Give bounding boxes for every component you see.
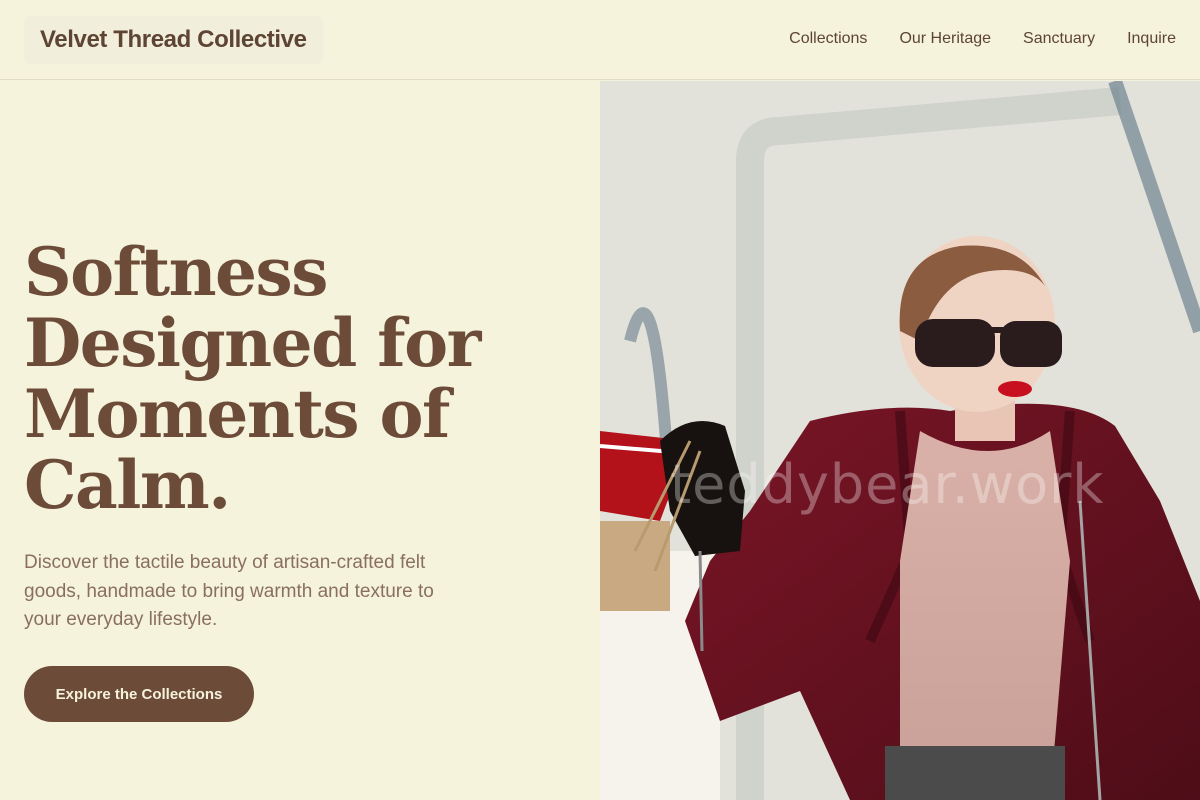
explore-collections-button[interactable]: Explore the Collections [24,666,254,722]
brand-logo[interactable]: Velvet Thread Collective [24,16,323,64]
nav-link-our-heritage[interactable]: Our Heritage [899,30,991,48]
hero-text-panel: Softness Designed for Moments of Calm. D… [0,81,600,800]
hero-image: teddybear.work [600,81,1200,800]
hero-subtext: Discover the tactile beauty of artisan-c… [24,552,434,630]
image-watermark: teddybear.work [670,453,1105,516]
hero-photo-illustration [600,81,1200,800]
landing-page: Velvet Thread Collective Collections Our… [0,0,1200,800]
site-header: Velvet Thread Collective Collections Our… [0,0,1200,80]
nav-link-collections[interactable]: Collections [789,30,867,48]
hero-headline: Softness Designed for Moments of Calm. [24,233,481,524]
nav-link-inquire[interactable]: Inquire [1127,30,1176,48]
main-nav: Collections Our Heritage Sanctuary Inqui… [789,0,1176,78]
nav-link-sanctuary[interactable]: Sanctuary [1023,30,1095,48]
